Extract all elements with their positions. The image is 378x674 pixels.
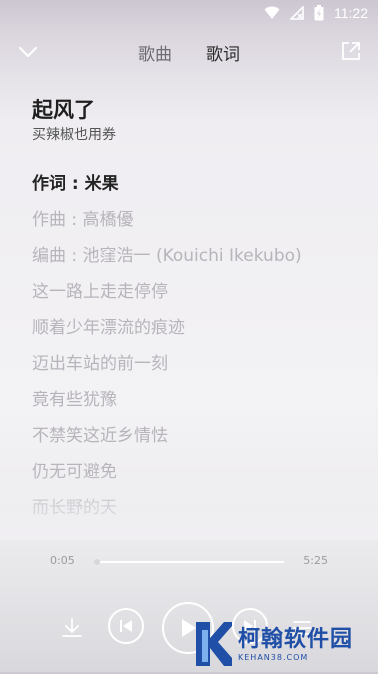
current-time: 0:05 [50,554,75,567]
lyric-line[interactable]: 不禁笑这近乡情怯 [32,422,358,458]
battery-charging-icon [314,5,324,21]
seek-track[interactable] [94,559,284,565]
top-nav: 歌曲 歌词 [0,34,378,68]
lyric-line[interactable]: 竟有些犹豫 [32,386,358,422]
lyric-line[interactable]: 顺着少年漂流的痕迹 [32,314,358,350]
watermark-logo-icon [190,618,232,670]
lyric-line[interactable]: 而长野的天 [32,494,358,526]
status-time: 11:22 [334,5,368,21]
lyric-line[interactable]: 编曲 : 池窪浩一 (Kouichi Ikekubo) [32,242,358,278]
lyrics-list[interactable]: 作词 : 米果 作曲 : 高橋優 编曲 : 池窪浩一 (Kouichi Ikek… [32,170,358,526]
wifi-icon [264,6,280,20]
previous-button[interactable] [108,608,144,644]
watermark-name: 柯翰软件园 [238,626,354,652]
download-icon[interactable] [60,616,84,640]
tab-lyrics[interactable]: 歌词 [206,34,240,65]
share-icon[interactable] [340,40,362,62]
tab-song[interactable]: 歌曲 [138,34,172,65]
total-time: 5:25 [303,554,328,567]
watermark-url: KEHAN38.COM [238,652,309,662]
lyric-line[interactable]: 作曲 : 高橋優 [32,206,358,242]
status-bar: 11:22 [0,0,378,26]
watermark-text: 柯翰软件园 KEHAN38.COM [238,627,353,662]
song-artist[interactable]: 买辣椒也用券 [32,124,116,144]
lyric-line[interactable]: 仍无可避免 [32,458,358,494]
lyric-line[interactable]: 这一路上走走停停 [32,278,358,314]
song-title: 起风了 [32,98,95,122]
lyric-line[interactable]: 迈出车站的前一刻 [32,350,358,386]
lyric-line[interactable]: 作词 : 米果 [32,170,358,206]
no-signal-icon [290,6,304,20]
progress-bar: 0:05 5:25 [50,552,328,572]
skip-previous-icon [120,620,132,632]
tab-bar: 歌曲 歌词 [0,34,378,65]
seek-thumb[interactable] [94,559,101,565]
watermark: 柯翰软件园 KEHAN38.COM [190,616,378,672]
